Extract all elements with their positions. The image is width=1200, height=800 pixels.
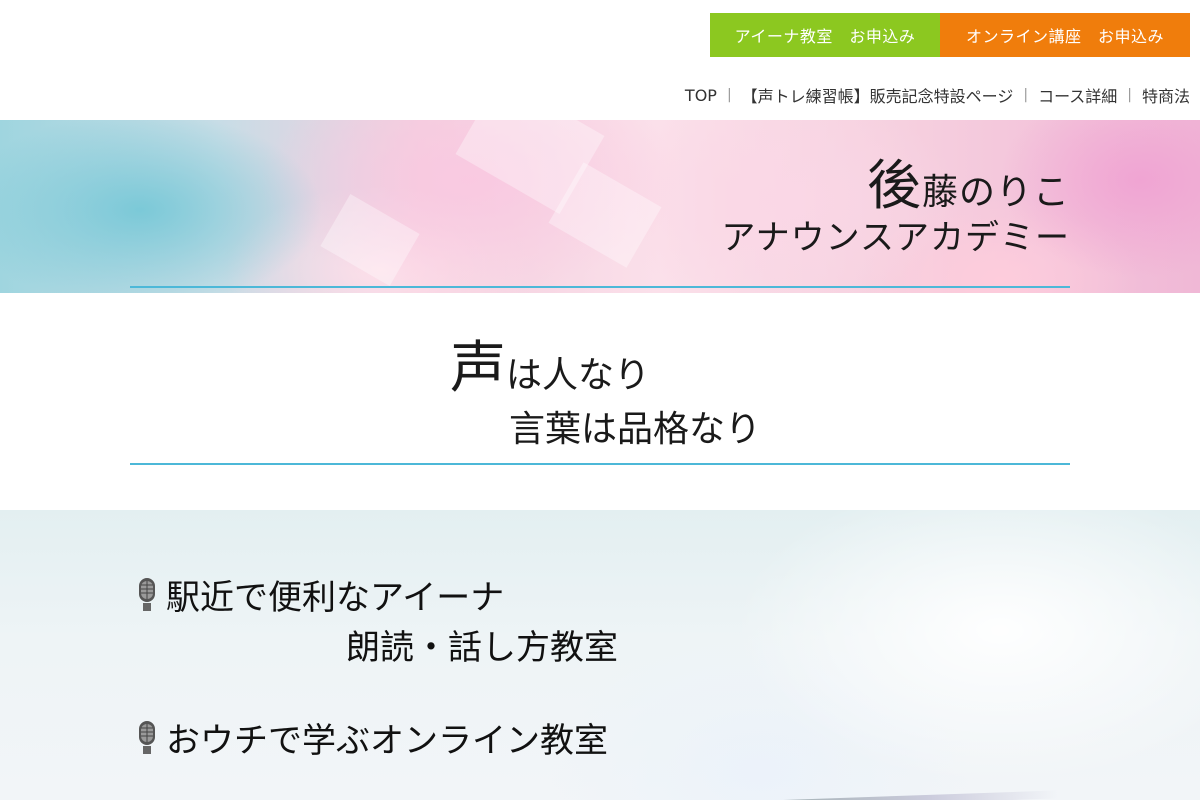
main-nav: TOP | 【声トレ練習帳】販売記念特設ページ | コース詳細 | 特商法 [685, 83, 1190, 107]
academy-name: 後藤のりこ [866, 154, 1070, 217]
site-title: 後藤のりこ アナウンスアカデミー [721, 154, 1070, 259]
nav-item-top[interactable]: TOP [685, 86, 717, 105]
course-online-title: おウチで学ぶオンライン教室 [166, 721, 608, 761]
motto-line-2: 言葉は品格なり [508, 409, 761, 450]
divider [130, 286, 1070, 288]
nav-item-legal[interactable]: 特商法 [1142, 83, 1190, 107]
hero-banner: 後藤のりこ アナウンスアカデミー [0, 120, 1200, 293]
nav-separator: | [1127, 87, 1132, 103]
aina-class-apply-button[interactable]: アイーナ教室 お申込み [710, 13, 940, 57]
nav-item-course-details[interactable]: コース詳細 [1038, 83, 1117, 107]
motto-line-1: 声は人なり [449, 336, 650, 401]
course-online[interactable]: おウチで学ぶオンライン教室 [134, 713, 608, 762]
academy-subtitle: アナウンスアカデミー [721, 218, 1070, 258]
nav-separator: | [1023, 87, 1029, 103]
divider [130, 463, 1070, 465]
course-aina[interactable]: 駅近で便利なアイーナ [134, 570, 504, 619]
hero-crystal-facet [320, 194, 420, 286]
nav-item-special-page[interactable]: 【声トレ練習帳】販売記念特設ページ [742, 83, 1014, 107]
course-aina-subtitle: 朗読・話し方教室 [346, 628, 618, 668]
microphone-icon [139, 720, 155, 754]
nav-separator: | [726, 87, 732, 103]
motto: 声は人なり 言葉は品格なり [0, 338, 1200, 453]
online-course-apply-button[interactable]: オンライン講座 お申込み [940, 13, 1190, 57]
microphone-icon [139, 577, 155, 611]
cta-buttons: アイーナ教室 お申込み オンライン講座 お申込み [710, 13, 1190, 57]
course-aina-title: 駅近で便利なアイーナ [166, 578, 505, 618]
